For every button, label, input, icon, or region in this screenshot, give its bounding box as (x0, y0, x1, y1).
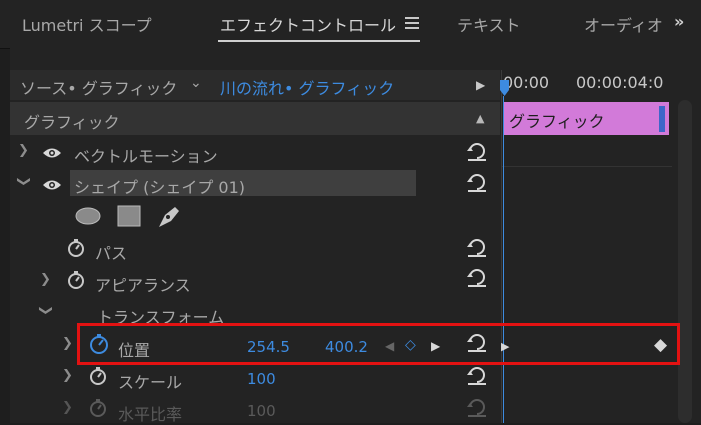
path-label: パス (95, 244, 128, 263)
reset-icon[interactable] (466, 173, 488, 193)
shape-layer-label: シェイプ (シェイプ 01) (74, 178, 246, 197)
stopwatch-icon[interactable] (89, 366, 107, 386)
rectangle-mask-icon[interactable] (116, 204, 142, 228)
appearance-label: アピアランス (95, 276, 191, 295)
playhead-line (503, 96, 504, 423)
pen-tool-icon[interactable] (155, 203, 183, 229)
timeline-scrollbar[interactable] (678, 100, 692, 423)
chevron-down-icon[interactable]: ⌄ (190, 75, 202, 91)
tab-text[interactable]: テキスト (457, 12, 521, 36)
reset-icon[interactable] (466, 142, 488, 162)
vector-motion-label: ベクトルモーション (74, 147, 218, 166)
chevron-right-icon[interactable]: ❯ (18, 143, 29, 158)
reset-icon[interactable] (466, 268, 488, 288)
tab-audio[interactable]: オーディオ (584, 12, 663, 36)
chevron-right-icon[interactable]: ❯ (40, 272, 51, 287)
stopwatch-icon[interactable] (89, 398, 107, 418)
scale-value[interactable]: 100 (247, 370, 276, 388)
chevron-down-icon[interactable]: ❯ (38, 305, 53, 316)
more-tabs-icon[interactable]: » (674, 12, 684, 31)
timecode-start: 00:00 (503, 73, 550, 92)
timecode-end: 00:00:04:0 (576, 73, 664, 92)
tab-lumetri-scopes[interactable]: Lumetri スコープ (22, 12, 152, 36)
play-triangle-icon[interactable]: ▶ (476, 78, 485, 92)
graphic-clip-label: グラフィック (509, 112, 605, 131)
ellipse-mask-icon[interactable] (74, 206, 104, 226)
panel-menu-icon[interactable] (405, 17, 419, 29)
tab-effect-controls[interactable]: エフェクトコントロール (220, 12, 396, 36)
playhead-icon[interactable] (500, 80, 509, 96)
horizontal-scale-label: 水平比率 (118, 405, 183, 424)
reset-icon[interactable] (466, 398, 488, 418)
collapse-up-icon[interactable]: ▲ (476, 112, 484, 125)
chevron-down-icon[interactable]: ❯ (16, 176, 31, 187)
eye-icon[interactable] (42, 147, 62, 159)
reset-icon[interactable] (466, 238, 488, 258)
horizontal-scale-value[interactable]: 100 (247, 402, 276, 420)
sequence-clip-label[interactable]: 川の流れ• グラフィック (220, 75, 394, 99)
reset-icon[interactable] (466, 366, 488, 386)
source-label[interactable]: ソース• グラフィック (20, 75, 177, 99)
stopwatch-icon[interactable] (67, 270, 85, 290)
clip-trim-handle[interactable] (659, 106, 665, 132)
eye-icon[interactable] (42, 179, 62, 191)
active-tab-underline (218, 40, 420, 42)
chevron-right-icon[interactable]: ❯ (62, 400, 73, 415)
scale-label: スケール (118, 373, 183, 392)
highlight-box (77, 323, 680, 365)
chevron-right-icon[interactable]: ❯ (62, 336, 73, 351)
stopwatch-icon[interactable] (67, 238, 85, 258)
timeline-divider (502, 166, 672, 167)
chevron-right-icon[interactable]: ❯ (62, 368, 73, 383)
section-title: グラフィック (24, 113, 120, 132)
